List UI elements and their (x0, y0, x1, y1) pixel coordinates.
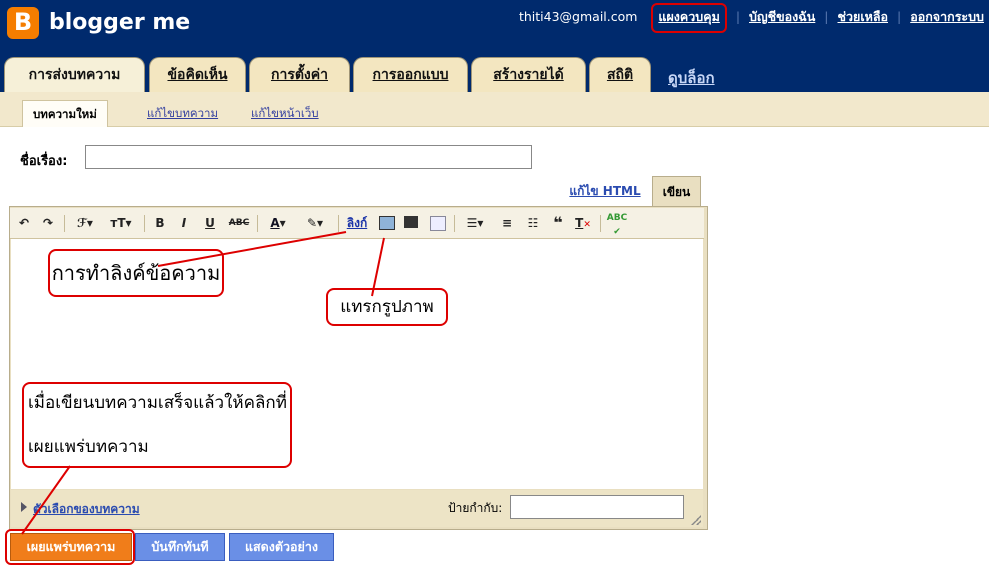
tab-label: สถิติ (606, 67, 634, 83)
quote-icon[interactable]: ❝ (550, 208, 566, 238)
font-menu[interactable]: ℱ▾ (72, 208, 98, 238)
spellcheck-label: ABC (606, 213, 628, 223)
toolbar-divider (257, 215, 258, 232)
dashboard-link[interactable]: แผงควบคุม (658, 9, 719, 24)
remove-formatting-icon[interactable]: T✕ (575, 208, 591, 238)
editor-footer: ตัวเลือกของบทความ ป้ายกำกับ: (11, 490, 703, 527)
title-input[interactable] (85, 145, 532, 169)
tab-label: แก้ไข HTML (569, 184, 641, 198)
bold-button[interactable]: B (153, 208, 167, 238)
undo-icon[interactable]: ↶ (16, 208, 32, 238)
align-icon: ☰ (466, 216, 478, 230)
spellcheck-icon[interactable]: ABC ✔ (606, 208, 628, 238)
insert-video-icon[interactable] (404, 216, 418, 228)
tab-label: ข้อคิดเห็น (167, 67, 228, 83)
preview-button[interactable]: แสดงตัวอย่าง (229, 533, 334, 561)
separator: | (735, 9, 741, 24)
text-color-icon: A (270, 216, 280, 230)
logo-letter: B (13, 8, 33, 36)
post-options-link[interactable]: ตัวเลือกของบทความ (33, 500, 140, 519)
subtab-edit-pages[interactable]: แก้ไขหน้าเว็บ (241, 100, 329, 126)
font-icon: ℱ (77, 216, 87, 230)
separator: | (897, 9, 902, 24)
numbered-list-icon[interactable]: ≡ (499, 208, 515, 238)
my-account-link[interactable]: บัญชีของฉัน (749, 9, 815, 24)
sub-tabs: บทความใหม่ แก้ไขบทความ แก้ไขหน้าเว็บ (0, 92, 989, 127)
labels-input[interactable] (510, 495, 684, 519)
view-blog-link[interactable]: ดูบล็อก (668, 66, 715, 90)
insert-image-icon[interactable] (379, 216, 395, 230)
help-link[interactable]: ช่วยเหลือ (838, 9, 889, 24)
top-navigation: thiti43@gmail.com แผงควบคุม | บัญชีของฉั… (519, 3, 984, 33)
highlight-icon: ✎ (306, 216, 318, 230)
tab-label: การส่งบทความ (28, 67, 121, 83)
tab-stats[interactable]: สถิติ (589, 57, 651, 92)
tab-comments[interactable]: ข้อคิดเห็น (149, 57, 246, 92)
align-menu[interactable]: ☰▾ (462, 208, 488, 238)
expand-arrow-icon[interactable] (21, 502, 27, 512)
dashboard-highlight: แผงควบคุม (651, 3, 727, 33)
subtab-new-post[interactable]: บทความใหม่ (22, 100, 108, 127)
header: B blogger me thiti43@gmail.com แผงควบคุม… (0, 0, 989, 93)
resize-handle-icon[interactable] (691, 515, 701, 525)
labels-label: ป้ายกำกับ: (448, 501, 503, 515)
toolbar-divider (144, 215, 145, 232)
tab-settings[interactable]: การตั้งค่า (249, 57, 350, 92)
subtab-link[interactable]: แก้ไขบทความ (147, 106, 218, 120)
title-label: ชื่อเรื่อง: (20, 154, 68, 169)
annotation-publish: เมื่อเขียนบทความเสร็จแล้วให้คลิกที่ เผยแ… (22, 382, 292, 468)
subtab-link[interactable]: แก้ไขหน้าเว็บ (251, 106, 319, 120)
edit-html-tab[interactable]: แก้ไข HTML (563, 176, 647, 206)
toolbar-divider (600, 215, 601, 232)
highlight-menu[interactable]: ✎▾ (300, 208, 330, 238)
editor-toolbar: ↶ ↷ ℱ▾ тT▾ B I U ABC A▾ ✎▾ ลิงก์ ☰▾ ≡ ☷ … (10, 208, 704, 239)
tab-label: การตั้งค่า (270, 67, 328, 83)
toolbar-divider (338, 215, 339, 232)
tab-posting[interactable]: การส่งบทความ (4, 57, 145, 93)
annotation-line: เมื่อเขียนบทความเสร็จแล้วให้คลิกที่ (28, 393, 287, 413)
tab-label: การออกแบบ (372, 67, 449, 83)
font-size-icon: тT (110, 216, 126, 230)
toolbar-divider (64, 215, 65, 232)
annotation-link: การทำลิงค์ข้อความ (48, 249, 224, 297)
strikethrough-button[interactable]: ABC (228, 208, 250, 238)
italic-button[interactable]: I (177, 208, 191, 238)
annotation-image: แทรกรูปภาพ (326, 288, 448, 326)
tab-design[interactable]: การออกแบบ (353, 57, 468, 92)
sign-out-link[interactable]: ออกจากระบบ (910, 9, 984, 24)
underline-button[interactable]: U (203, 208, 217, 238)
tab-monetize[interactable]: สร้างรายได้ (471, 57, 586, 92)
text-color-menu[interactable]: A▾ (264, 208, 292, 238)
clear-format-x: ✕ (583, 220, 591, 230)
blog-name: blogger me (49, 10, 191, 35)
annotation-line: เผยแพร่บทความ (28, 437, 149, 457)
user-email: thiti43@gmail.com (518, 9, 638, 24)
font-size-menu[interactable]: тT▾ (106, 208, 136, 238)
tab-label: สร้างรายได้ (493, 67, 564, 83)
publish-button[interactable]: เผยแพร่บทความ (10, 533, 132, 561)
link-button[interactable]: ลิงก์ (345, 208, 369, 238)
toolbar-divider (454, 215, 455, 232)
bullet-list-icon[interactable]: ☷ (525, 208, 541, 238)
subtab-edit-posts[interactable]: แก้ไขบทความ (137, 100, 228, 126)
redo-icon[interactable]: ↷ (40, 208, 56, 238)
blogger-logo-icon[interactable]: B (7, 7, 39, 39)
separator: | (824, 9, 829, 24)
save-now-button[interactable]: บันทึกทันที (135, 533, 225, 561)
compose-tab[interactable]: เขียน (652, 176, 701, 208)
link-label: ลิงก์ (346, 216, 368, 230)
jump-break-icon[interactable] (430, 216, 446, 231)
